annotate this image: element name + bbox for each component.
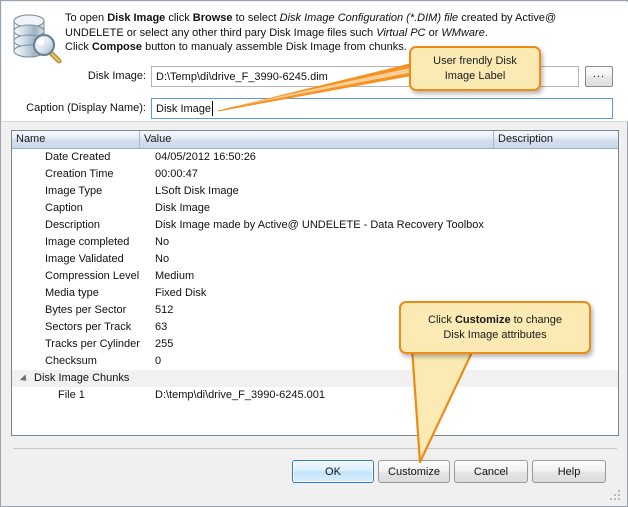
grid-row[interactable]: File 1 D:\temp\di\drive_F_3990-6245.001 [12,387,618,404]
intro-2e: . [484,26,488,39]
intro-1c: click [165,12,193,24]
grid-row[interactable]: Image Validated No [12,251,618,268]
browse-button[interactable]: ... [585,66,613,87]
grid-cell-name: Compression Level [45,270,140,282]
grid-cell-value: No [155,253,170,265]
grid-row[interactable]: Checksum 0 [12,353,618,370]
callout-customize-a: Click [428,313,455,326]
grid-row[interactable]: Description Disk Image made by Active@ UN… [12,217,618,234]
grid-cell-name: File 1 [58,389,85,401]
grid-cell-value: Fixed Disk [155,287,207,299]
intro-3a: Click [65,41,92,54]
intro-line-2: UNDELETE or select any other third pary … [65,26,613,41]
grid-row[interactable]: Media type Fixed Disk [12,285,618,302]
grid-row[interactable]: Caption Disk Image [12,200,618,217]
column-header-value[interactable]: Value [140,131,494,148]
properties-grid: Name Value Description Date Created 04/05… [11,130,619,436]
callout-caption-line2: Image Label [444,69,506,82]
intro-3b: Compose [91,41,143,54]
grid-cell-value: LSoft Disk Image [155,185,239,197]
grid-cell-name: Disk Image Chunks [34,372,130,384]
intro-1a: To open [65,12,108,24]
callout-caption-line1: User frendly Disk [433,54,517,67]
grid-cell-name: Media type [45,287,99,299]
disk-image-label: Disk Image: [87,70,146,82]
grid-cell-name: Checksum [45,355,97,367]
expand-collapse-icon[interactable] [19,374,30,384]
intro-line-1: To open Disk Image click Browse to selec… [65,11,613,26]
grid-rows: Date Created 04/05/2012 16:50:26 Creation … [12,149,618,404]
grid-row[interactable]: Compression Level Medium [12,268,618,285]
grid-cell-value: 00:00:47 [155,168,198,180]
grid-cell-name: Image completed [45,236,130,248]
callout-customize-hint: Click Customize to change Disk Image att… [399,301,591,354]
intro-2d: WMware [441,26,485,39]
grid-cell-value: Disk Image made by Active@ UNDELETE - Da… [155,219,484,231]
grid-cell-value: Medium [155,270,195,282]
footer-divider [13,448,617,449]
column-header-description[interactable]: Description [494,131,618,148]
grid-cell-value: D:\temp\di\drive_F_3990-6245.001 [155,389,325,401]
intro-2a: UNDELETE or select any other third pary … [65,26,377,39]
callout-user-friendly-label: User frendly Disk Image Label [409,46,541,91]
intro-1d: Browse [192,12,233,24]
grid-cell-name: Image Validated [45,253,124,265]
callout-customize-c: to change [510,313,562,326]
intro-2b: Virtual PC [376,26,426,39]
intro-1b: Disk Image [107,12,166,24]
grid-cell-name: Sectors per Track [45,321,132,333]
grid-cell-name: Bytes per Sector [45,304,127,316]
intro-1g: created by Active@ [458,12,557,24]
intro-1e: to select [232,12,280,24]
disk-image-dialog: To open Disk Image click Browse to selec… [0,0,628,507]
grid-group-row[interactable]: Disk Image Chunks [12,370,618,387]
intro-3c: button to manualy assemble Disk Image fr… [142,41,407,54]
grid-cell-name: Description [45,219,101,231]
grid-row[interactable]: Image Type LSoft Disk Image [12,183,618,200]
intro-2c: or [425,26,442,39]
caption-callout-pointer [196,61,426,116]
help-button[interactable]: Help [532,460,606,483]
grid-row[interactable]: Image completed No [12,234,618,251]
column-header-name[interactable]: Name [12,131,140,148]
grid-cell-name: Caption [45,202,83,214]
grid-cell-value: 0 [155,355,162,367]
callout-customize-line1: Click Customize to change [428,313,562,328]
grid-cell-value: 04/05/2012 16:50:26 [155,151,256,163]
ok-button[interactable]: OK [292,460,374,483]
header-divider [2,121,628,122]
grid-cell-name: Tracks per Cylinder [45,338,140,350]
grid-cell-name: Date Created [45,151,111,163]
grid-cell-value: No [155,236,170,248]
grid-header-row: Name Value Description [12,131,618,149]
grid-cell-name: Image Type [45,185,103,197]
disk-image-icon [11,11,63,65]
grid-cell-name: Creation Time [45,168,114,180]
caption-label: Caption (Display Name): [26,102,146,114]
grid-cell-value: Disk Image [155,202,211,214]
grid-row[interactable]: Creation Time 00:00:47 [12,166,618,183]
intro-1f: Disk Image Configuration (*.DIM) file [279,12,459,24]
customize-callout-pointer [396,346,526,471]
callout-customize-b: Customize [454,313,511,326]
callout-customize-line2: Disk Image attributes [443,328,547,341]
grid-row[interactable]: Date Created 04/05/2012 16:50:26 [12,149,618,166]
resize-grip[interactable] [610,490,622,502]
